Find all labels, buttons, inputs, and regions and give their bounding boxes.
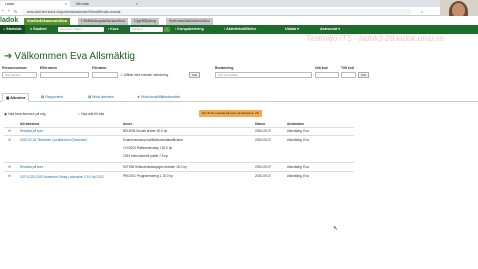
browser-tabbar: Ladok × Min sida ×: [0, 0, 478, 7]
row-user: Allsmäktig, Eva: [287, 165, 309, 169]
main-menu: ⌂ Startsida ● Student Personnr / Namn ▪ …: [0, 25, 478, 34]
row-title-link[interactable]: 2020-02-24 Tentamen i juridisk teori (St…: [20, 138, 87, 142]
tab-label: Mina kurstillfällesfavoriter: [141, 95, 181, 99]
divider: [4, 162, 354, 163]
label-personnummer: Personnummer: [2, 66, 27, 70]
radio-all[interactable]: ○ Visa alla för alla: [78, 112, 104, 116]
tab-rapportera[interactable]: ▤ Rapportera: [38, 93, 66, 102]
personnummer-input[interactable]: Sök student: [2, 72, 37, 78]
row-avser: 1094 Internationell politik 7.5 hp: [123, 154, 169, 158]
label-benamning: Benämning: [215, 66, 234, 70]
tab-kurstillfallesfavoriter[interactable]: ★ Mina kurstillfällesfavoriter: [134, 93, 183, 102]
checkbox-label: Ulftlisk med roterad/ utskrivning: [123, 73, 169, 77]
row-avser: 5VT096 Sektudentsskaplgia metoder 15.0 h…: [123, 165, 187, 169]
utbkod-input[interactable]: [315, 72, 339, 78]
row-avser: Examensexamprovtillfallsresultatsafficia…: [123, 138, 183, 142]
row-user: Allsmäktig, Eva: [287, 138, 309, 142]
tab-label: Rapportera: [45, 95, 63, 99]
forward-icon[interactable]: ›: [8, 8, 10, 15]
rotated-checkbox[interactable]: ☐ Ulftlisk med roterad/ utskrivning: [120, 73, 168, 77]
test-environment-watermark: Testmiljö ITS - ladok3-28.ladok.umu.se: [306, 34, 444, 43]
tillfkod-input[interactable]: [341, 72, 356, 78]
menu-avancerat[interactable]: Avancerat ▾: [320, 25, 340, 34]
reload-icon[interactable]: ↻: [14, 8, 17, 15]
browser-tab-label: Min sida: [76, 2, 89, 6]
label-efternamn: Efternamn: [40, 66, 57, 70]
menu-label: Student: [33, 27, 47, 31]
tab-utbildningsinformation[interactable]: Utbildningsinformation: [78, 18, 128, 25]
mail-icon[interactable]: ✉: [8, 138, 11, 142]
menu-startsida[interactable]: ⌂ Startsida: [0, 25, 25, 34]
menu-label: Aktivitetstillfällen: [226, 27, 256, 31]
row-title-link[interactable]: 1STV1223-2020 Anderson Georg Laboration …: [20, 174, 115, 181]
url-input[interactable]: www.start.test.ladok.se/gui/startsida/st…: [22, 8, 412, 15]
row-datum: 2020-09-07: [255, 138, 272, 142]
row-datum: 2020-09-07: [255, 174, 272, 178]
menu-aktivitetstillfallen[interactable]: ▪ Aktivitetstillfällen: [224, 25, 256, 34]
row-user: Allsmäktig, Eva: [287, 129, 309, 133]
mail-icon[interactable]: ✉: [8, 174, 11, 178]
menu-label: Avancerat: [320, 27, 338, 31]
menu-label: Utdata: [285, 27, 297, 31]
content-tabs: ▣ Attestera ▤ Rapportera ▤ Mina ärenden …: [0, 93, 478, 102]
ladok-logo[interactable]: ladok: [0, 17, 18, 25]
benamning-input[interactable]: Sök kurstillfälle: [215, 72, 312, 78]
brand-bar: ladok Studiedokumentation Utbildningsinf…: [0, 16, 478, 25]
page-title: ➜ Välkommen Eva Allsmäktig: [4, 51, 135, 62]
fornamn-input[interactable]: [92, 72, 118, 78]
row-title-link[interactable]: Resultat på kurs: [20, 129, 43, 133]
radio-label: Visa bara ärenden på mig: [7, 112, 46, 116]
browser-tab-label: Ladok: [5, 2, 15, 6]
address-bar: ‹ › ↻ www.start.test.ladok.se/gui/starts…: [0, 7, 478, 16]
tab-mina-arenden[interactable]: ▤ Mina ärenden: [85, 93, 117, 102]
back-icon[interactable]: ‹: [2, 8, 4, 15]
row-avser: 1VV0001 Rättsvetenskap I 30.0 hp: [123, 146, 173, 150]
mail-icon[interactable]: ✉: [8, 129, 11, 133]
row-user: Allsmäktig, Eva: [287, 174, 309, 178]
mail-icon[interactable]: ✉: [8, 165, 11, 169]
menu-kurspaketering[interactable]: ▪ Kurspaketering: [175, 25, 204, 34]
search-course-button[interactable]: Sök: [358, 72, 369, 78]
tab-attestera[interactable]: ▣ Attestera: [2, 93, 30, 102]
divider: [4, 135, 354, 136]
tab-systemadministration[interactable]: Systemadministration: [166, 18, 213, 25]
divider: [4, 171, 354, 172]
menu-utdata[interactable]: Utdata ▾: [285, 25, 299, 34]
search-student-button[interactable]: Sök: [189, 72, 200, 78]
attestera-warning-button[interactable]: Det finns resultat på kurs att attestera…: [199, 110, 262, 117]
row-datum: 2020-09-07: [255, 129, 272, 133]
col-datum: Datum: [255, 122, 266, 126]
search-icon[interactable]: ⌕: [164, 27, 170, 32]
page-title-text: Välkommen Eva Allsmäktig: [14, 51, 135, 62]
menu-label: Startsida: [6, 27, 22, 31]
radio-mine[interactable]: ◉ Visa bara ärenden på mig: [4, 112, 46, 116]
radio-label: Visa alla för alla: [80, 112, 105, 116]
arrow-right-icon: ➜: [4, 51, 13, 62]
menu-label: Kurspaketering: [177, 27, 204, 31]
divider: [4, 127, 354, 128]
student-search-input[interactable]: Personnr / Namn: [58, 27, 104, 32]
tab-uppfoljning[interactable]: Uppföljning: [131, 18, 159, 25]
menu-kurs[interactable]: ▪ Kurs: [108, 25, 118, 34]
row-avser: PROG01 Programmering 1 15.0 hp: [123, 174, 173, 178]
tab-label: Attestera: [10, 96, 26, 100]
label-utbkod: Utb kod: [315, 66, 328, 70]
label-fornamn: Förnamn: [92, 66, 107, 70]
row-datum: 2020-09-07: [255, 165, 272, 169]
course-search-input[interactable]: Kurskod: [130, 27, 163, 32]
efternamn-input[interactable]: [40, 72, 89, 78]
label-tillfkod: Tillf kod: [341, 66, 354, 70]
star-icon[interactable]: ☆: [420, 8, 424, 15]
col-att-attestera: Att attestera: [20, 122, 40, 126]
col-anvandare: Användare: [287, 122, 305, 126]
tab-label: Mina ärenden: [92, 95, 114, 99]
menu-student[interactable]: ● Student: [30, 25, 47, 34]
menu-label: Kurs: [110, 27, 119, 31]
row-title-link[interactable]: Resultat på kurs: [20, 165, 43, 169]
tab-studiedokumentation[interactable]: Studiedokumentation: [24, 18, 71, 25]
mouse-cursor-icon: ↖: [333, 226, 339, 232]
col-avser: Avser: [123, 122, 133, 126]
row-avser: BKUR36 Socialt arbete 30.0 hp: [123, 129, 168, 133]
